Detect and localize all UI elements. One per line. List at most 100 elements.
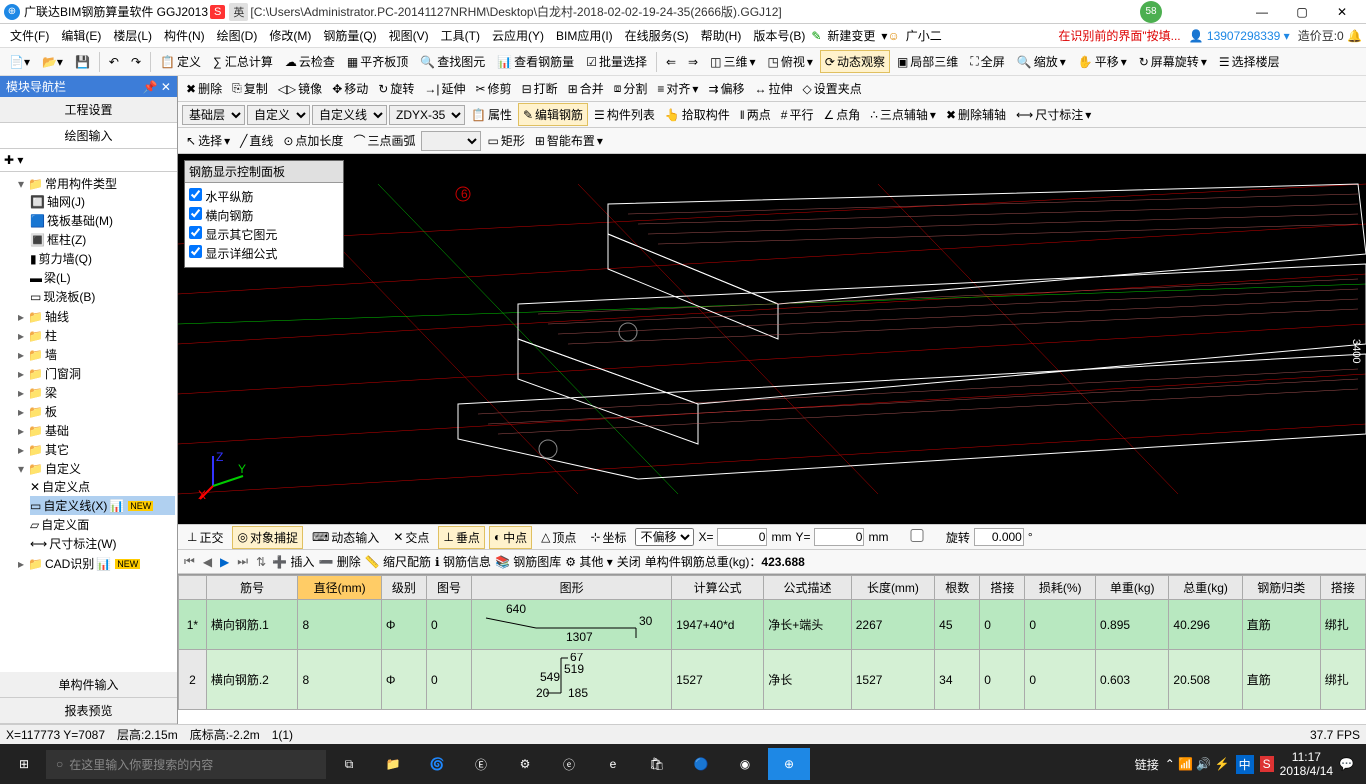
setpoint-tool[interactable]: ◇ 设置夹点 [799, 78, 866, 99]
flat-roof-button[interactable]: ▦ 平齐板顶 [342, 50, 413, 73]
taskbar-app-7[interactable]: 🛍 [636, 748, 678, 780]
menu-rebar[interactable]: 钢筋量(Q) [317, 27, 382, 44]
rotate-input[interactable] [974, 528, 1024, 546]
tree-other[interactable]: ▸📁其它 [16, 440, 175, 459]
top-view-button[interactable]: ◳ 俯视 ▾ [762, 50, 817, 73]
save-button[interactable]: 💾 [70, 52, 95, 72]
ime-badge-sogou[interactable]: S [210, 5, 225, 19]
tab-single-input[interactable]: 单构件输入 [0, 672, 177, 698]
user-id[interactable]: 👤 13907298339 ▾ [1189, 29, 1290, 43]
nav-first[interactable]: ⏮ [182, 554, 197, 569]
tree-opening[interactable]: ▸📁门窗洞 [16, 364, 175, 383]
tree-cad[interactable]: ▸📁CAD识别 📊NEW [16, 554, 175, 573]
ortho-toggle[interactable]: ⊥ 正交 [182, 526, 228, 549]
notification-badge[interactable]: 58 [1140, 1, 1162, 23]
select-tool[interactable]: ↖ 选择 ▾ [182, 130, 234, 151]
fullscreen-button[interactable]: ⛶ 全屏 [965, 50, 1009, 73]
nav-play[interactable]: ▶ [218, 555, 231, 569]
snap-coord[interactable]: ⊹ 坐标 [585, 526, 631, 549]
taskbar-app-3[interactable]: Ⓔ [460, 748, 502, 780]
pan-button[interactable]: ✋ 平移 ▾ [1073, 50, 1132, 73]
taskbar-app-4[interactable]: ⚙ [504, 748, 546, 780]
insert-row[interactable]: ➕ 插入 [272, 553, 314, 570]
taskbar-app-8[interactable]: 🔵 [680, 748, 722, 780]
category-select[interactable]: 自定义 [247, 105, 310, 125]
taskbar-app-10[interactable]: ⊕ [768, 748, 810, 780]
open-button[interactable]: 📂▾ [37, 52, 68, 72]
mirror-tool[interactable]: ◁▷ 镜像 [274, 78, 326, 99]
taskbar-app-2[interactable]: 🌀 [416, 748, 458, 780]
draw-mode-select[interactable] [421, 131, 481, 151]
menu-edit[interactable]: 编辑(E) [55, 27, 107, 44]
align-tool[interactable]: ≡ 对齐 ▾ [653, 78, 702, 99]
chk-detail-formula[interactable]: 显示详细公式 [189, 244, 339, 263]
tree-root[interactable]: 常用构件类型 [45, 175, 117, 192]
menu-modify[interactable]: 修改(M) [263, 27, 317, 44]
taskbar-app-6[interactable]: e [592, 748, 634, 780]
scale-rebar[interactable]: 📏 缩尺配筋 [365, 553, 431, 570]
stretch-tool[interactable]: ↔ 拉伸 [751, 78, 797, 99]
screen-rotate-button[interactable]: ↻ 屏幕旋转 ▾ [1134, 50, 1212, 73]
snap-cross[interactable]: ✕ 交点 [388, 526, 434, 549]
undo-button[interactable]: ↶ [104, 52, 124, 72]
dim-button[interactable]: ⟷ 尺寸标注 ▾ [1012, 104, 1095, 125]
tree-slab[interactable]: ▭ 现浇板(B) [30, 287, 175, 306]
start-button[interactable]: ⊞ [4, 748, 44, 780]
taskbar-app-1[interactable]: 📁 [372, 748, 414, 780]
arc3-tool[interactable]: ⌒ 三点画弧 [349, 130, 419, 151]
delete-tool[interactable]: ✖ 删除 [182, 78, 226, 99]
menu-file[interactable]: 文件(F) [4, 27, 55, 44]
dynamic-view-button[interactable]: ⟳ 动态观察 [820, 50, 890, 73]
tree-dim-note[interactable]: ⟷ 尺寸标注(W) [30, 534, 175, 553]
3d-viewport[interactable]: 6 Z Y X 钢筋显示控制面板 水平纵筋 横向钢筋 显示其它图元 显示详细公式 [178, 154, 1366, 524]
menu-cloud[interactable]: 云应用(Y) [486, 27, 550, 44]
other-menu[interactable]: ⚙ 其他 ▾ [565, 553, 612, 570]
offset-tool[interactable]: ⇉ 偏移 [704, 78, 748, 99]
rect-tool[interactable]: ▭ 矩形 [483, 130, 528, 151]
nav-reorder[interactable]: ⇅ [254, 555, 268, 569]
trim-tool[interactable]: ✂ 修剪 [471, 78, 515, 99]
two-point-button[interactable]: ‖ 两点 [736, 104, 775, 125]
tree-liang[interactable]: ▸📁梁 [16, 383, 175, 402]
split-tool[interactable]: ⧈ 分割 [610, 78, 652, 99]
new-button[interactable]: 📄▾ [4, 52, 35, 72]
tab-report-preview[interactable]: 报表预览 [0, 698, 177, 724]
tree-pillar[interactable]: ▸📁柱 [16, 326, 175, 345]
cloud-check-button[interactable]: ☁ 云检查 [280, 50, 340, 73]
menu-online[interactable]: 在线服务(S) [619, 27, 695, 44]
zoom-button[interactable]: 🔍 缩放 ▾ [1012, 50, 1071, 73]
batch-select-button[interactable]: ☑ 批量选择 [581, 50, 652, 73]
edit-rebar-button[interactable]: ✎ 编辑钢筋 [518, 103, 588, 126]
tree-custom-face[interactable]: ▱ 自定义面 [30, 515, 175, 534]
tree-custom[interactable]: 自定义 [45, 460, 81, 477]
ime-badge-lang[interactable]: 英 [229, 3, 248, 21]
nav-next[interactable]: ⇒ [683, 52, 703, 72]
menu-help[interactable]: 帮助(H) [695, 27, 748, 44]
copy-tool[interactable]: ⎘ 复制 [228, 78, 272, 99]
taskbar-app-9[interactable]: ◉ [724, 748, 766, 780]
tree-wall[interactable]: ▸📁墙 [16, 345, 175, 364]
menu-tools[interactable]: 工具(T) [435, 27, 486, 44]
find-entity-button[interactable]: 🔍 查找图元 [415, 50, 490, 73]
line-tool[interactable]: ╱ 直线 [236, 130, 277, 151]
tree-raft[interactable]: 🟦 筏板基础(M) [30, 211, 175, 230]
smart-layout-tool[interactable]: ⊞ 智能布置 ▾ [531, 130, 607, 151]
menu-floor[interactable]: 楼层(L) [107, 27, 158, 44]
del-aux-button[interactable]: ✖ 删除辅轴 [942, 104, 1010, 125]
tree-foundation[interactable]: ▸📁基础 [16, 421, 175, 440]
tree-shear-wall[interactable]: ▮ 剪力墙(Q) [30, 249, 175, 268]
three-aux-button[interactable]: ∴ 三点辅轴 ▾ [866, 104, 940, 125]
floor-select[interactable]: 基础层 [182, 105, 245, 125]
tree-axis[interactable]: ▸📁轴线 [16, 307, 175, 326]
grid-row-2[interactable]: 2横向钢筋.2 8Φ 0 6751954920185 1527净长 152734… [179, 650, 1366, 710]
sidebar-mini-toolbar[interactable]: ✚ ▾ [0, 149, 177, 172]
system-tray[interactable]: 链接 ⌃ 📶 🔊 ⚡ 中 S 11:172018/4/14 💬 [1127, 750, 1362, 779]
rotate-checkbox[interactable]: 旋转 [892, 529, 969, 546]
nav-prev[interactable]: ⇐ [661, 52, 681, 72]
chk-horizontal[interactable]: 水平纵筋 [189, 187, 339, 206]
nav-last[interactable]: ⏭ [235, 554, 250, 569]
tree-ban[interactable]: ▸📁板 [16, 402, 175, 421]
define-button[interactable]: 📋 定义 [155, 50, 206, 73]
maximize-button[interactable]: ▢ [1282, 5, 1322, 19]
select-floor-button[interactable]: ☰ 选择楼层 [1214, 50, 1285, 73]
